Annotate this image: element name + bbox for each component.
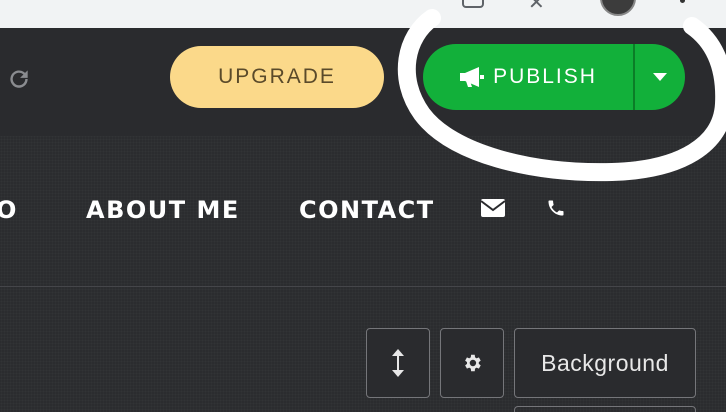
secondary-control-button[interactable] — [514, 406, 696, 412]
nav-item-partial[interactable]: O — [0, 196, 18, 224]
editor-toolbar: UPGRADE PUBLISH — [0, 28, 726, 136]
page: ✕ UPGRADE PUBLISH O ABOUT ME CONTACT Bac… — [0, 0, 726, 412]
envelope-icon[interactable] — [480, 198, 506, 223]
background-label: Background — [541, 349, 669, 376]
gear-icon — [465, 354, 481, 372]
background-button[interactable]: Background — [514, 328, 696, 398]
caret-down-icon — [653, 73, 667, 81]
publish-label: PUBLISH — [493, 65, 597, 88]
megaphone-icon — [460, 67, 485, 87]
menu-dots-icon[interactable] — [680, 0, 685, 3]
publish-button[interactable]: PUBLISH — [423, 44, 633, 110]
settings-button[interactable] — [440, 328, 504, 398]
upgrade-button[interactable]: UPGRADE — [170, 46, 384, 108]
resize-button[interactable] — [366, 328, 430, 398]
section-divider — [0, 286, 726, 287]
window-restore-icon[interactable] — [462, 0, 484, 8]
publish-button-group: PUBLISH — [423, 44, 685, 110]
close-icon[interactable]: ✕ — [528, 0, 545, 12]
profile-avatar[interactable] — [600, 0, 636, 16]
resize-vertical-icon — [392, 349, 404, 377]
publish-dropdown-button[interactable] — [635, 44, 685, 110]
phone-icon[interactable] — [546, 198, 566, 223]
browser-chrome: ✕ — [0, 0, 726, 28]
nav-item-contact[interactable]: CONTACT — [299, 196, 435, 224]
nav-item-about-me[interactable]: ABOUT ME — [86, 196, 240, 224]
reload-icon[interactable] — [6, 66, 32, 92]
site-nav: O ABOUT ME CONTACT — [0, 190, 726, 230]
